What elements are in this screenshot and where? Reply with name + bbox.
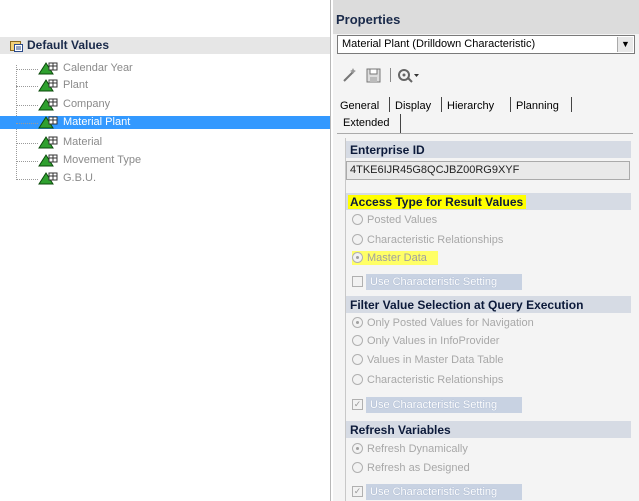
tree-item-material[interactable]: Material	[0, 136, 330, 149]
radio-button[interactable]	[352, 234, 363, 245]
extended-tab-content: Enterprise ID 4TKE6IJR45G8QCJBZ00RG9XYF …	[345, 138, 631, 501]
tab-display[interactable]: Display	[395, 99, 431, 113]
radio-label: Only Posted Values for Navigation	[367, 317, 534, 329]
default-values-panel: Default Values Calendar Year Plant Compa…	[0, 0, 331, 501]
characteristic-icon	[38, 62, 58, 75]
properties-tabs: General Display Hierarchy Planning Exten…	[336, 94, 636, 134]
properties-title: Properties	[336, 12, 401, 27]
chevron-down-icon[interactable]: ▼	[617, 37, 633, 52]
enterprise-id-header: Enterprise ID	[346, 141, 631, 158]
tree-item-label: Movement Type	[63, 154, 142, 166]
radio-label: Characteristic Relationships	[367, 374, 504, 386]
object-select[interactable]: Material Plant (Drilldown Characteristic…	[337, 35, 635, 54]
characteristic-icon	[38, 154, 58, 167]
radio-only-posted-values[interactable]: Only Posted Values for Navigation	[352, 316, 622, 330]
properties-header: Properties	[333, 0, 639, 34]
enterprise-id-field: 4TKE6IJR45G8QCJBZ00RG9XYF	[346, 161, 630, 180]
tree-item-label: Material	[63, 136, 103, 148]
radio-characteristic-relationships[interactable]: Characteristic Relationships	[352, 233, 622, 247]
enterprise-id-title: Enterprise ID	[350, 143, 425, 157]
radio-label: Characteristic Relationships	[367, 234, 504, 246]
radio-label: Master Data	[367, 252, 427, 264]
tree-item-label: G.B.U.	[63, 172, 97, 184]
radio-only-values-infoprovider[interactable]: Only Values in InfoProvider	[352, 334, 622, 348]
radio-label: Refresh Dynamically	[367, 443, 468, 455]
settings-dropdown-icon[interactable]	[396, 66, 420, 84]
checkbox-checked[interactable]: ✓	[352, 399, 363, 410]
refresh-variables-header: Refresh Variables	[346, 421, 631, 438]
refresh-variables-title: Refresh Variables	[350, 423, 451, 437]
characteristic-icon	[38, 79, 58, 92]
characteristic-icon	[38, 116, 58, 129]
tree-item-material-plant[interactable]: Material Plant	[0, 116, 330, 129]
filter-selection-header: Filter Value Selection at Query Executio…	[346, 296, 631, 313]
default-values-title: Default Values	[27, 38, 110, 52]
tree-item-label: Calendar Year	[63, 62, 133, 74]
radio-button-selected[interactable]	[352, 317, 363, 328]
properties-toolbar	[341, 66, 461, 84]
radio-button[interactable]	[352, 374, 363, 385]
folder-values-icon	[10, 41, 23, 52]
radio-label: Only Values in InfoProvider	[367, 335, 500, 347]
characteristic-icon	[38, 98, 58, 111]
tab-extended[interactable]: Extended	[343, 116, 389, 130]
radio-button[interactable]	[352, 214, 363, 225]
checkbox-label: Use Characteristic Setting	[366, 397, 522, 413]
properties-panel: Properties Material Plant (Drilldown Cha…	[333, 0, 639, 501]
checkbox-checked[interactable]: ✓	[352, 486, 363, 497]
radio-posted-values[interactable]: Posted Values	[352, 213, 622, 227]
save-icon[interactable]	[365, 66, 383, 84]
radio-button[interactable]	[352, 354, 363, 365]
tree-item-label: Company	[63, 98, 111, 110]
wand-icon[interactable]	[341, 66, 359, 84]
tree-item-label: Material Plant	[63, 116, 131, 128]
tree-item-movement-type[interactable]: Movement Type	[0, 154, 330, 167]
radio-label: Refresh as Designed	[367, 462, 470, 474]
radio-filter-characteristic-relationships[interactable]: Characteristic Relationships	[352, 373, 622, 387]
tree-item-company[interactable]: Company	[0, 98, 330, 111]
access-type-header: Access Type for Result Values	[346, 193, 631, 210]
tab-divider	[337, 133, 633, 134]
tree-item-plant[interactable]: Plant	[0, 79, 330, 92]
characteristic-icon	[38, 172, 58, 185]
tab-planning[interactable]: Planning	[516, 99, 559, 113]
radio-values-master-data-table[interactable]: Values in Master Data Table	[352, 353, 622, 367]
tab-general[interactable]: General	[340, 99, 379, 113]
filter-selection-title: Filter Value Selection at Query Executio…	[350, 298, 584, 312]
default-values-header: Default Values	[0, 37, 330, 54]
tree-item-calendar-year[interactable]: Calendar Year	[0, 62, 330, 75]
radio-button-selected[interactable]	[352, 443, 363, 454]
radio-label: Values in Master Data Table	[367, 354, 504, 366]
radio-button[interactable]	[352, 335, 363, 346]
checkbox-label: Use Characteristic Setting	[366, 274, 522, 290]
characteristic-icon	[38, 136, 58, 149]
radio-refresh-dynamically[interactable]: Refresh Dynamically	[352, 442, 622, 456]
radio-label: Posted Values	[367, 214, 438, 226]
tab-hierarchy[interactable]: Hierarchy	[447, 99, 494, 113]
access-type-use-characteristic-setting[interactable]: Use Characteristic Setting	[348, 274, 528, 290]
radio-master-data[interactable]: Master Data	[352, 251, 438, 265]
enterprise-id-value: 4TKE6IJR45G8QCJBZ00RG9XYF	[350, 164, 520, 176]
tree-item-gbu[interactable]: G.B.U.	[0, 172, 330, 185]
checkbox[interactable]	[352, 276, 363, 287]
tree-item-label: Plant	[63, 79, 89, 91]
radio-refresh-as-designed[interactable]: Refresh as Designed	[352, 461, 622, 475]
refresh-use-characteristic-setting[interactable]: ✓ Use Characteristic Setting	[348, 484, 528, 500]
checkbox-label: Use Characteristic Setting	[366, 484, 522, 500]
object-select-value: Material Plant (Drilldown Characteristic…	[342, 38, 536, 50]
radio-button-selected[interactable]	[352, 252, 363, 263]
filter-use-characteristic-setting[interactable]: ✓ Use Characteristic Setting	[348, 397, 528, 413]
radio-button[interactable]	[352, 462, 363, 473]
access-type-title: Access Type for Result Values	[348, 195, 527, 209]
